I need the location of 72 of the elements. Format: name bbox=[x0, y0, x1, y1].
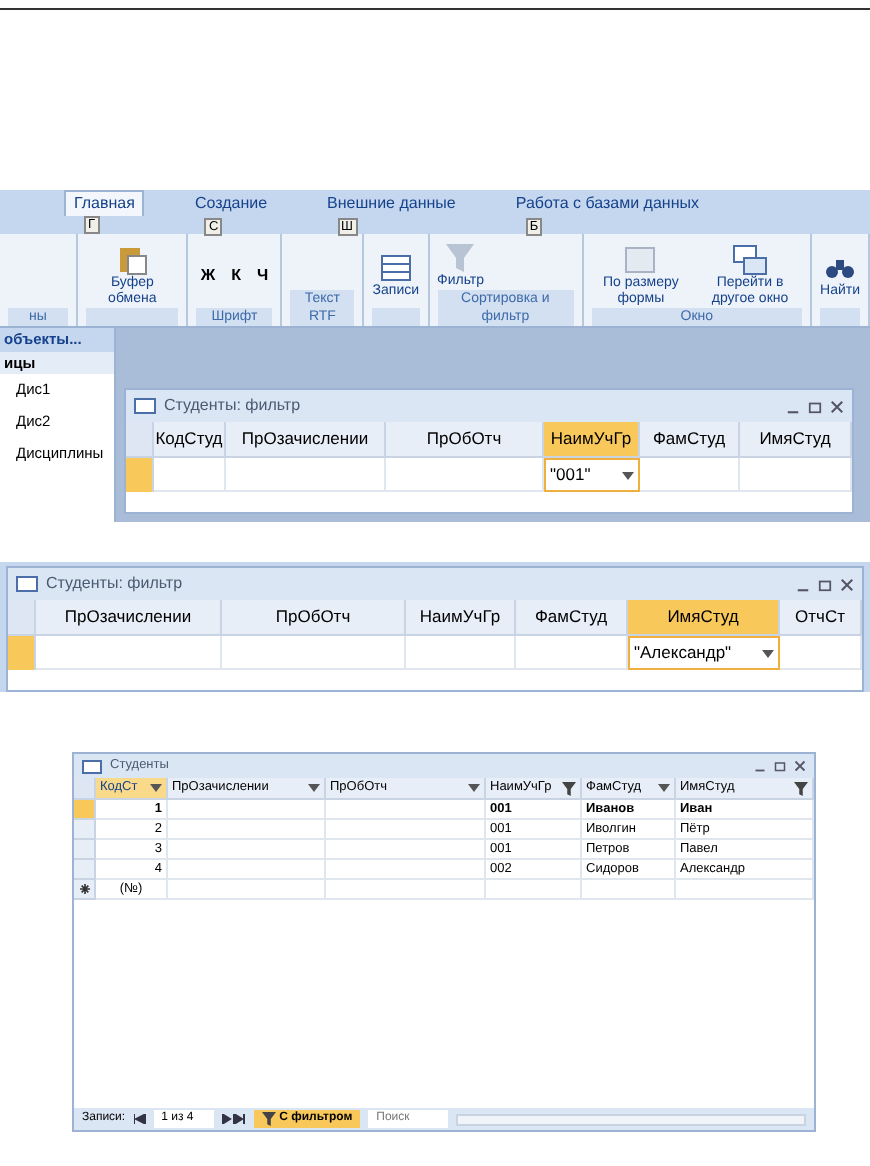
first-record-icon[interactable] bbox=[133, 1114, 146, 1124]
column-header[interactable]: ФамСтуд bbox=[516, 600, 628, 636]
close-icon[interactable] bbox=[840, 577, 854, 591]
format-button[interactable]: К bbox=[227, 263, 245, 287]
ribbon-tab[interactable]: Внешние данные bbox=[317, 190, 466, 218]
empty-cell bbox=[676, 880, 814, 900]
row-selector[interactable] bbox=[74, 820, 96, 840]
table-icon bbox=[134, 398, 156, 414]
asterisk-icon bbox=[79, 884, 89, 894]
empty-cell bbox=[582, 880, 676, 900]
window-title: Студенты: фильтр bbox=[46, 572, 183, 596]
caret-icon bbox=[468, 784, 480, 792]
caret-icon bbox=[622, 471, 634, 479]
close-icon[interactable] bbox=[794, 760, 806, 772]
format-button[interactable]: Ж bbox=[196, 263, 220, 287]
filter-cell[interactable] bbox=[740, 458, 852, 492]
filter-cell[interactable] bbox=[36, 636, 222, 670]
column-header[interactable]: ИмяСтуд bbox=[628, 600, 780, 636]
table-icon bbox=[379, 251, 412, 283]
column-header[interactable]: ОтчСт bbox=[780, 600, 862, 636]
close-icon[interactable] bbox=[830, 399, 844, 413]
horizontal-scrollbar[interactable] bbox=[456, 1113, 806, 1125]
filter-cell[interactable] bbox=[640, 458, 740, 492]
empty-cell bbox=[486, 880, 582, 900]
clipboard-icon bbox=[116, 243, 149, 275]
filter-icon bbox=[261, 1112, 276, 1126]
ribbon-tab[interactable]: Главная bbox=[64, 190, 145, 216]
column-header[interactable]: ПрОзачислении bbox=[36, 600, 222, 636]
form-icon bbox=[624, 243, 657, 275]
filter-cell[interactable] bbox=[222, 636, 406, 670]
filter-cell[interactable] bbox=[406, 636, 516, 670]
caret-icon bbox=[150, 784, 162, 792]
caret-icon bbox=[308, 784, 320, 792]
table-icon bbox=[82, 759, 102, 773]
maximize-icon[interactable] bbox=[818, 577, 832, 591]
column-header[interactable]: ФамСтуд bbox=[640, 422, 740, 458]
table-icon bbox=[16, 576, 38, 592]
filter-value-field[interactable]: "Александр" bbox=[628, 636, 780, 670]
column-header[interactable]: ПрОбОтч bbox=[386, 422, 544, 458]
row-selector[interactable] bbox=[8, 636, 36, 670]
filter-cell[interactable] bbox=[516, 636, 628, 670]
caret-icon bbox=[658, 784, 670, 792]
format-button[interactable]: Ч bbox=[252, 263, 273, 287]
next-record-icon[interactable] bbox=[221, 1114, 246, 1124]
column-header[interactable]: НаимУчГр bbox=[406, 600, 516, 636]
select-all-corner[interactable] bbox=[126, 422, 154, 458]
column-header[interactable]: КодСтуд bbox=[154, 422, 226, 458]
column-header[interactable]: ИмяСтуд bbox=[740, 422, 852, 458]
filter-icon bbox=[444, 242, 477, 274]
row-selector[interactable] bbox=[74, 800, 96, 820]
filter-value-field[interactable]: "001" bbox=[544, 458, 640, 492]
row-selector[interactable] bbox=[74, 840, 96, 860]
column-header[interactable]: ПрОбОтч bbox=[222, 600, 406, 636]
filter-cell[interactable] bbox=[386, 458, 544, 492]
filter-value: "001" bbox=[550, 462, 591, 488]
new-record-selector[interactable] bbox=[74, 880, 96, 900]
windows-icon bbox=[732, 243, 769, 275]
maximize-icon[interactable] bbox=[808, 399, 822, 413]
ribbon-tab[interactable]: Работа с базами данных bbox=[505, 190, 710, 218]
select-all-corner[interactable] bbox=[8, 600, 36, 636]
window-title: Студенты: фильтр bbox=[164, 394, 301, 418]
filter-cell[interactable] bbox=[154, 458, 226, 492]
row-selector[interactable] bbox=[126, 458, 154, 492]
filter-cell[interactable] bbox=[226, 458, 386, 492]
select-all-corner[interactable] bbox=[74, 778, 96, 800]
column-header[interactable]: ПрОзачислении bbox=[226, 422, 386, 458]
filter-cell[interactable] bbox=[780, 636, 862, 670]
column-header[interactable]: НаимУчГр bbox=[544, 422, 640, 458]
filter-value: "Александр" bbox=[634, 640, 732, 666]
ribbon-tab[interactable]: Создание bbox=[184, 190, 278, 218]
maximize-icon[interactable] bbox=[774, 760, 786, 772]
caret-icon bbox=[762, 649, 774, 657]
